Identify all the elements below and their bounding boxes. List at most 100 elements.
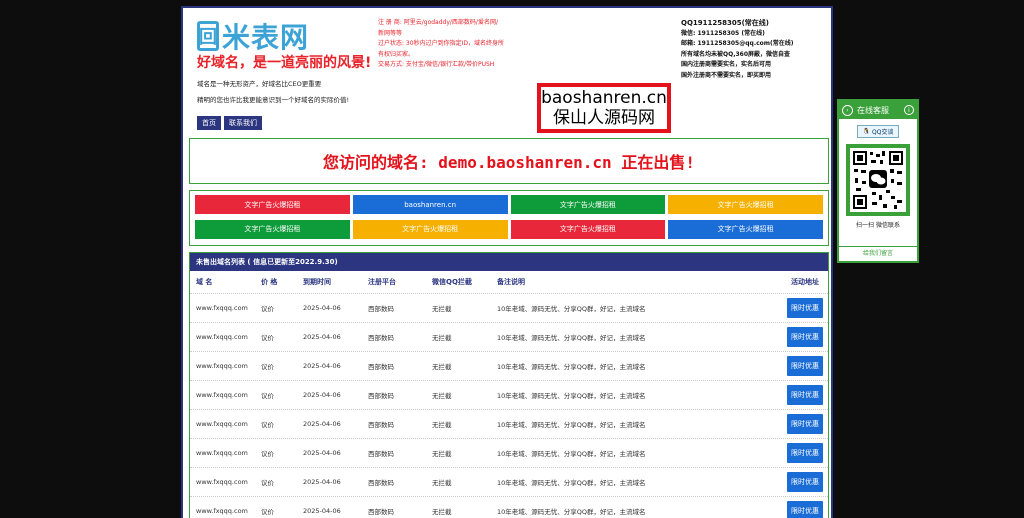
cell-block: 无拦截 (432, 392, 452, 400)
cell-promo: 限时优惠 (785, 501, 825, 518)
cell-promo: 限时优惠 (785, 443, 825, 463)
cell-registrar: 西部数码 (368, 508, 394, 516)
cell-price: 议价 (261, 450, 274, 458)
qq-chat-label: QQ交谈 (872, 129, 894, 136)
cell-expiry: 2025-04-06 (303, 304, 341, 312)
cell-block: 无拦截 (432, 479, 452, 487)
cell-expiry: 2025-04-06 (303, 420, 341, 428)
contact-qq: QQ1911258305(常在线) (681, 19, 770, 27)
registrar-line: 注 册 商: 阿里云/godaddy/西部数码/爱名网/ (378, 19, 498, 26)
limited-offer-button[interactable]: 限时优惠 (787, 298, 823, 318)
cell-promo: 限时优惠 (785, 327, 825, 347)
limited-offer-button[interactable]: 限时优惠 (787, 356, 823, 376)
intro-line-1: 域名是一种无形资产，好域名比CEO更重要 (197, 80, 322, 88)
header-price: 价 格 (261, 278, 278, 286)
nav-contact[interactable]: 联系我们 (224, 116, 262, 130)
contact-info: QQ1911258305(常在线) 微信: 1911258305 (常在线) 邮… (681, 18, 831, 81)
listing-title: 未售出域名列表 ( 信息已更新至2022.9.30) (190, 253, 828, 271)
cell-domain: www.fxqqq.com (196, 449, 248, 457)
cell-notes: 10年老域、源码无忧、分享QQ群，好记，主流域名 (497, 421, 646, 429)
listing-header: 域 名 价 格 到期时间 注册平台 微信QQ拦截 备注说明 活动地址 (190, 271, 828, 293)
contact-email: 邮箱: 1911258305@qq.com(常在线) (681, 40, 794, 47)
cell-price: 议价 (261, 334, 274, 342)
info-icon[interactable]: i (904, 105, 914, 115)
arrow-icon[interactable]: › (842, 104, 853, 116)
cell-registrar: 西部数码 (368, 334, 394, 342)
cell-expiry: 2025-04-06 (303, 478, 341, 486)
limited-offer-button[interactable]: 限时优惠 (787, 327, 823, 347)
cell-notes: 10年老域、源码无忧、分享QQ群，好记，主流域名 (497, 305, 646, 313)
cell-block: 无拦截 (432, 508, 452, 516)
limited-offer-button[interactable]: 限时优惠 (787, 472, 823, 492)
ad-slot[interactable]: 文字广告火爆招租 (510, 219, 666, 239)
transfer-line: 有权归买家。 (378, 50, 415, 58)
cell-expiry: 2025-04-06 (303, 391, 341, 399)
cell-expiry: 2025-04-06 (303, 449, 341, 457)
qr-pattern (853, 151, 903, 209)
ad-slot[interactable]: 文字广告火爆招租 (195, 219, 350, 239)
ad-slot[interactable]: 文字广告火爆招租 (510, 195, 666, 214)
ad-slot[interactable]: 文字广告火爆招租 (195, 195, 350, 214)
header-block: 微信QQ拦截 (432, 278, 472, 286)
table-row: www.fxqqq.com 议价 2025-04-06 西部数码 无拦截 10年老域、源码… (190, 380, 828, 409)
ad-slot[interactable]: baoshanren.cn (352, 195, 508, 214)
table-row: www.fxqqq.com 议价 2025-04-06 西部数码 无拦截 10年老域、源码… (190, 496, 828, 518)
cell-price: 议价 (261, 305, 274, 313)
domain-listing: 未售出域名列表 ( 信息已更新至2022.9.30) 域 名 价 格 到期时间 … (189, 252, 829, 518)
qq-penguin-icon: 🐧 (862, 128, 871, 135)
limited-offer-button[interactable]: 限时优惠 (787, 414, 823, 434)
cell-price: 议价 (261, 363, 274, 371)
limited-offer-button[interactable]: 限时优惠 (787, 385, 823, 405)
intro-line-2: 精明的您也许比我更能意识到一个好域名的实际价值! (197, 96, 350, 104)
cell-promo: 限时优惠 (785, 356, 825, 376)
contact-note: 所有域名均未被QQ,360屏蔽，微信自查 (681, 50, 791, 58)
logo[interactable]: 回 米表网 (197, 16, 309, 56)
cell-domain: www.fxqqq.com (196, 478, 248, 486)
cell-domain: www.fxqqq.com (196, 391, 248, 399)
table-row: www.fxqqq.com 议价 2025-04-06 西部数码 无拦截 10年老域、源码… (190, 438, 828, 467)
cell-promo: 限时优惠 (785, 414, 825, 434)
cell-promo: 限时优惠 (785, 472, 825, 492)
cell-domain: www.fxqqq.com (196, 362, 248, 370)
cell-registrar: 西部数码 (368, 421, 394, 429)
panel-header[interactable]: › 在线客服 i (839, 101, 917, 119)
cell-expiry: 2025-04-06 (303, 507, 341, 515)
cell-registrar: 西部数码 (368, 363, 394, 371)
header-expiry: 到期时间 (303, 278, 331, 286)
cell-notes: 10年老域、源码无忧、分享QQ群，好记，主流域名 (497, 450, 646, 458)
watermark-line-1: baoshanren.cn (541, 88, 667, 108)
header-notes: 备注说明 (497, 278, 525, 286)
cell-expiry: 2025-04-06 (303, 333, 341, 341)
page-container: 回 米表网 好域名，是一道亮丽的风景! 域名是一种无形资产，好域名比CEO更重要… (181, 6, 833, 518)
header-promo: 活动地址 (791, 278, 819, 286)
cell-registrar: 西部数码 (368, 450, 394, 458)
qq-chat-button[interactable]: 🐧 QQ交谈 (857, 125, 899, 138)
cell-block: 无拦截 (432, 363, 452, 371)
ad-slot[interactable]: 文字广告火爆招租 (352, 219, 508, 239)
cell-price: 议价 (261, 479, 274, 487)
customer-service-panel: › 在线客服 i 🐧 QQ交谈 扫一扫 微信联系 给我们留言 (837, 99, 919, 263)
watermark-line-2: 保山人源码网 (553, 108, 655, 128)
cell-registrar: 西部数码 (368, 392, 394, 400)
ad-slot[interactable]: 文字广告火爆招租 (668, 219, 823, 239)
cell-block: 无拦截 (432, 305, 452, 313)
cell-block: 无拦截 (432, 450, 452, 458)
header-registrar: 注册平台 (368, 278, 396, 286)
payment-line: 交易方式: 支付宝/微信/银行汇款/带价PUSH (378, 61, 495, 68)
header: 回 米表网 好域名，是一道亮丽的风景! 域名是一种无形资产，好域名比CEO更重要… (183, 8, 831, 133)
leave-message-link[interactable]: 给我们留言 (839, 246, 917, 261)
nav-home[interactable]: 首页 (197, 116, 221, 130)
cell-notes: 10年老域、源码无忧、分享QQ群，好记，主流域名 (497, 508, 646, 516)
ad-grid: 文字广告火爆招租 baoshanren.cn 文字广告火爆招租 文字广告火爆招租 文字广… (189, 190, 829, 246)
cell-domain: www.fxqqq.com (196, 420, 248, 428)
cell-price: 议价 (261, 421, 274, 429)
ad-slot[interactable]: 文字广告火爆招租 (668, 195, 823, 214)
cell-notes: 10年老域、源码无忧、分享QQ群，好记，主流域名 (497, 479, 646, 487)
scan-text: 扫一扫 微信联系 (856, 222, 900, 229)
slogan: 好域名，是一道亮丽的风景! (197, 55, 372, 71)
limited-offer-button[interactable]: 限时优惠 (787, 443, 823, 463)
table-row: www.fxqqq.com 议价 2025-04-06 西部数码 无拦截 10年老域、源码… (190, 322, 828, 351)
limited-offer-button[interactable]: 限时优惠 (787, 501, 823, 518)
wechat-qr-code (846, 144, 910, 216)
table-row: www.fxqqq.com 议价 2025-04-06 西部数码 无拦截 10年老域、源码… (190, 351, 828, 380)
